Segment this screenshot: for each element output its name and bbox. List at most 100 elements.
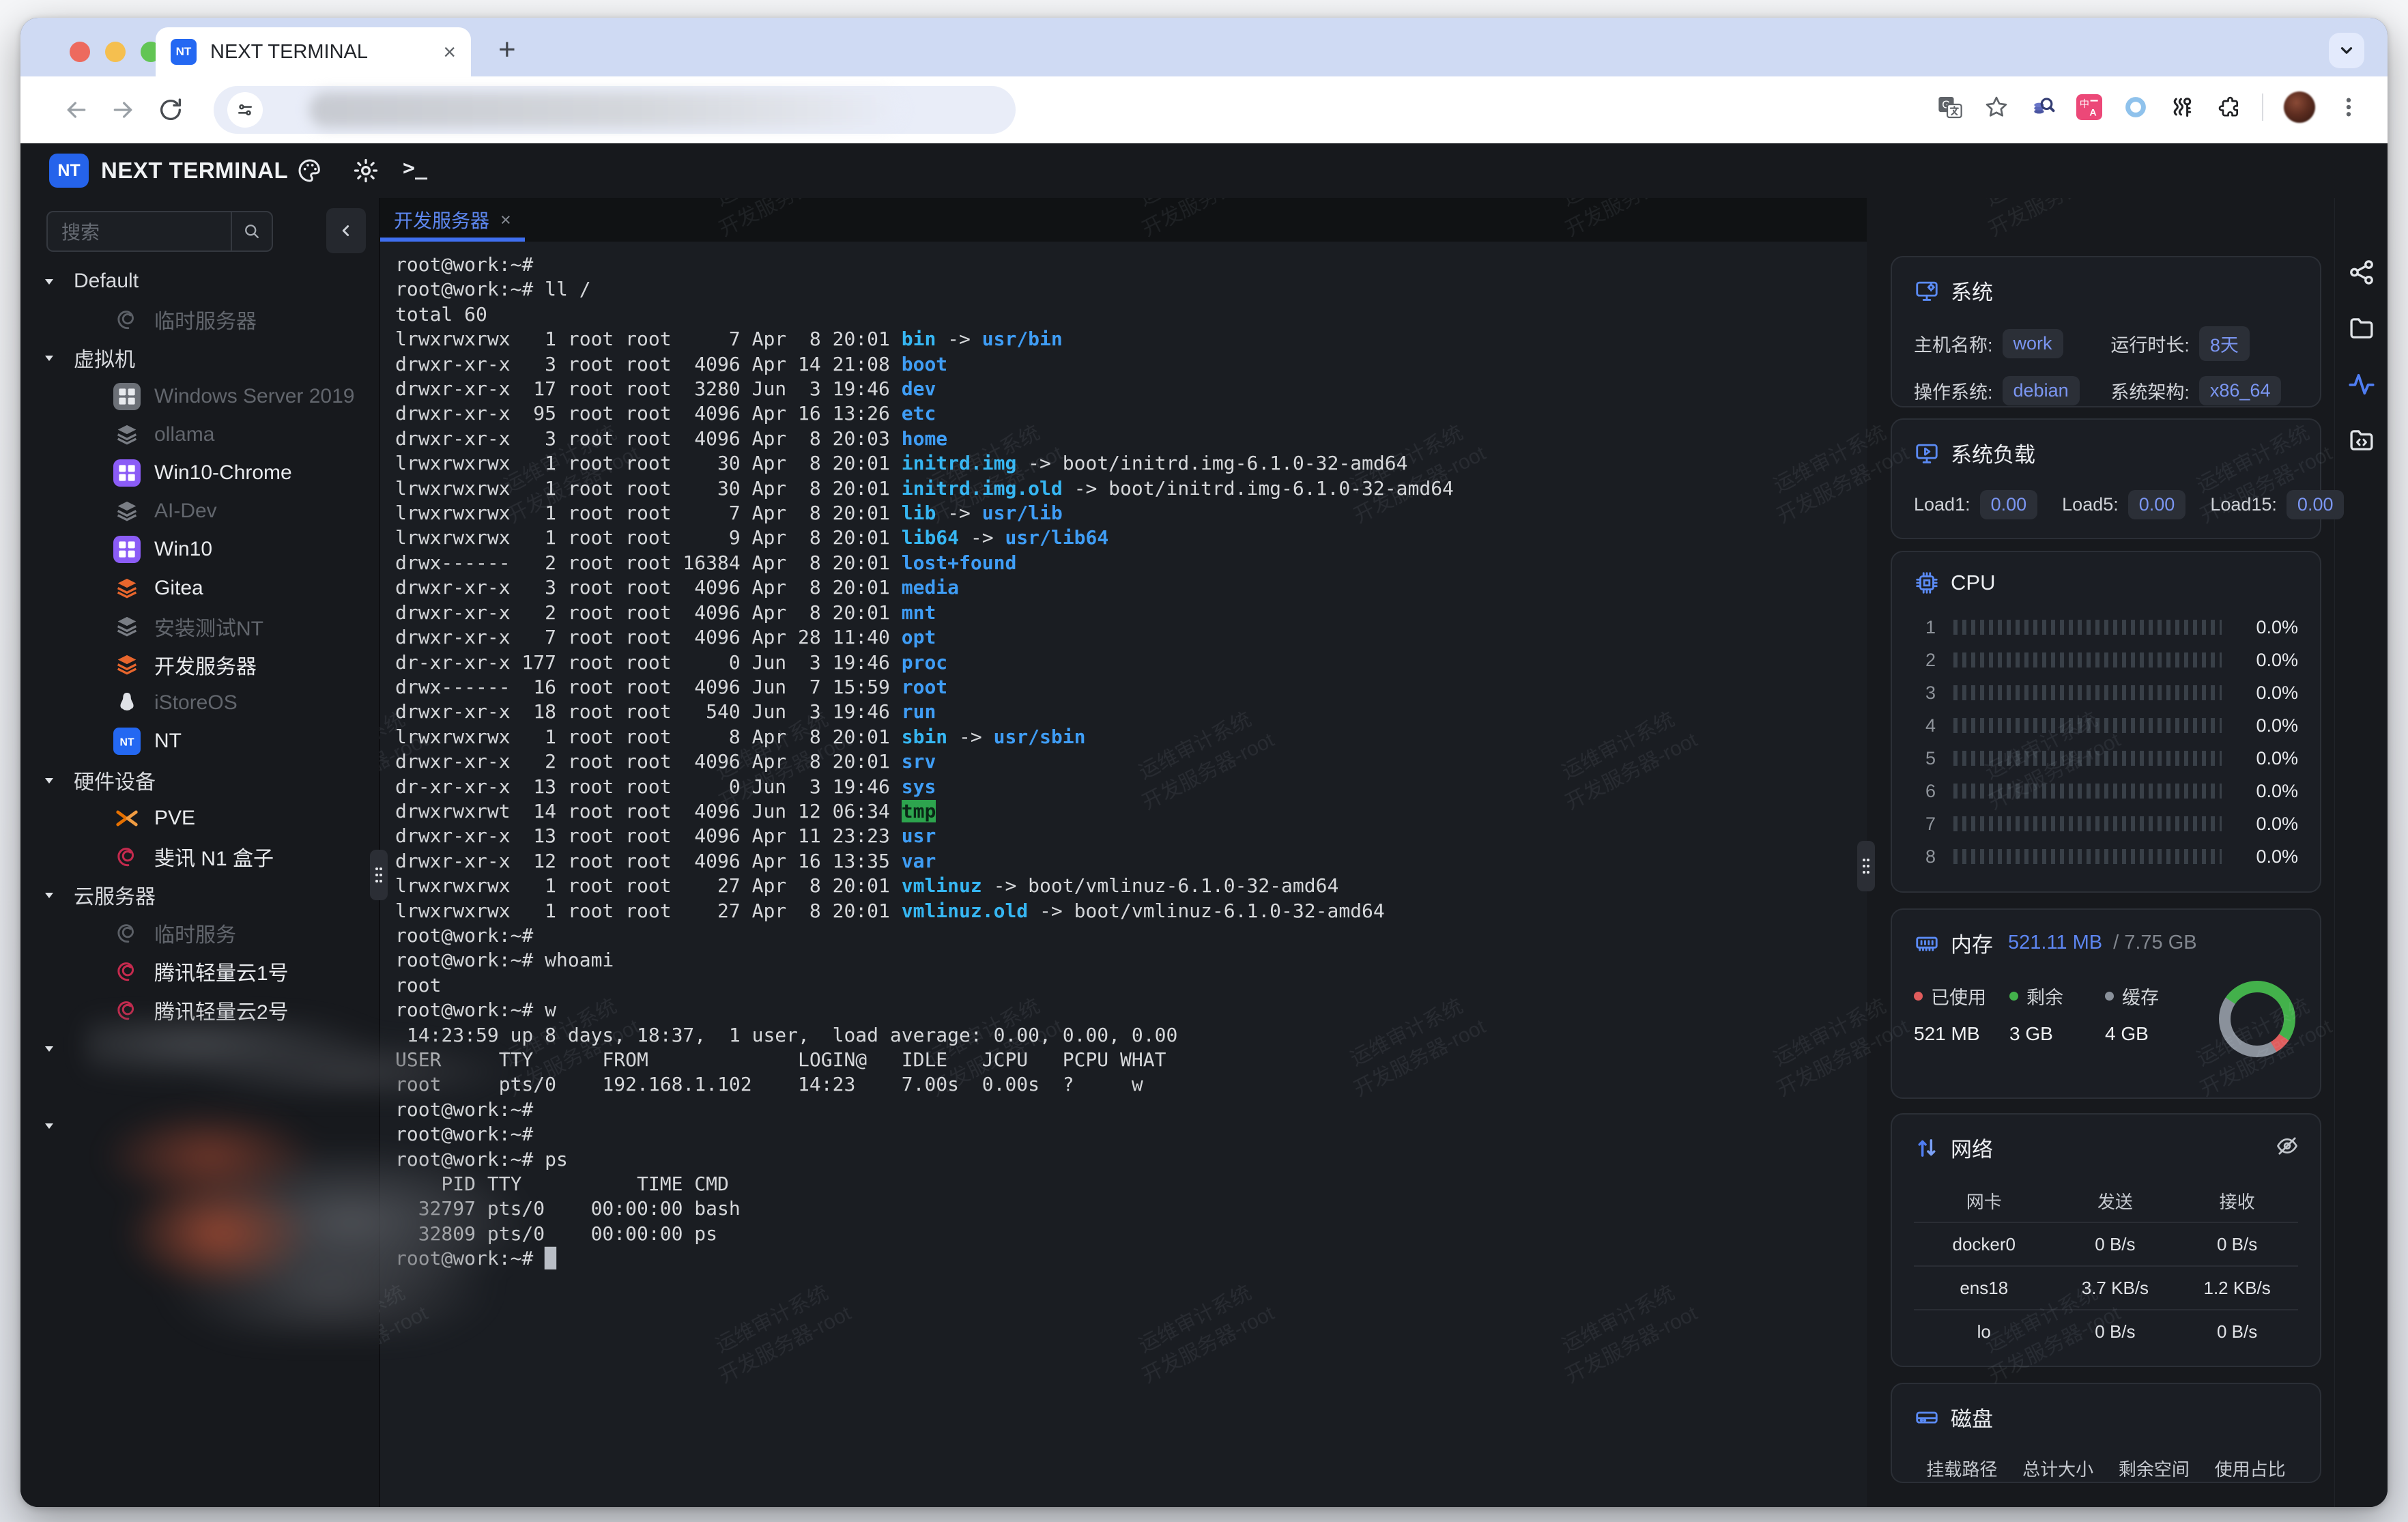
cpu-card: CPU 10.0%20.0%30.0%40.0%50.0%60.0%70.0%8… <box>1891 551 2321 893</box>
network-row: lo0 B/s0 B/s <box>1914 1309 2298 1353</box>
back-icon[interactable] <box>63 96 90 124</box>
tune-icon[interactable] <box>227 92 263 128</box>
sidebar-item[interactable]: 斐讯 N1 盒子 <box>20 837 379 876</box>
sidebar-item[interactable]: 腾讯轻量云1号 <box>20 952 379 990</box>
terminal-line: drwxr-xr-x 2 root root 4096 Apr 8 20:01 … <box>395 749 1867 774</box>
search-input[interactable]: 搜索 <box>46 211 273 252</box>
info-field: 主机名称:work <box>1914 326 2110 361</box>
cpu-core-number: 4 <box>1914 715 1936 736</box>
eye-off-icon[interactable] <box>2275 1134 2299 1158</box>
field-label: 运行时长: <box>2110 330 2190 357</box>
minimize-window-button[interactable] <box>105 42 126 62</box>
ext-price-search-icon[interactable] <box>2030 94 2056 120</box>
terminal-line: lrwxrwxrwx 1 root root 7 Apr 8 20:01 bin… <box>395 327 1867 351</box>
activity-icon <box>2347 370 2376 399</box>
cpu-core-number: 3 <box>1914 683 1936 704</box>
session-tab-label: 开发服务器 <box>394 206 489 233</box>
field-label: 主机名称: <box>1914 330 1993 357</box>
field-value: 0.00 <box>1980 490 2038 519</box>
tab-close-icon[interactable]: × <box>443 41 456 63</box>
chevron-down-icon[interactable] <box>41 1040 57 1057</box>
sidebar-item[interactable]: 临时服务 <box>20 914 379 952</box>
sidebar-collapse-button[interactable] <box>326 208 366 253</box>
ext-translate-icon[interactable]: 中A <box>2076 94 2102 120</box>
sidebar-item-label: 安装测试NT <box>154 612 263 642</box>
terminal-line: root@work:~# ps <box>395 1147 1867 1172</box>
kebab-menu-icon[interactable] <box>2336 94 2362 120</box>
search-icon[interactable] <box>231 212 272 250</box>
sidebar-item[interactable]: Windows Server 2019 <box>20 377 379 416</box>
tab-search-button[interactable] <box>2329 33 2364 68</box>
activity-icon[interactable] <box>2347 370 2376 399</box>
profile-avatar[interactable] <box>2284 91 2315 123</box>
chevron-down-icon <box>2338 42 2355 59</box>
terminal-output[interactable]: root@work:~#root@work:~# ll /total 60lrw… <box>380 242 1867 1507</box>
sidebar-item[interactable]: Win10 <box>20 530 379 569</box>
close-window-button[interactable] <box>70 42 90 62</box>
disk-column-header: 剩余空间 <box>2106 1456 2203 1481</box>
memory-legend-name: 剩余 <box>2009 983 2105 1009</box>
extensions-puzzle-icon[interactable] <box>2216 94 2241 120</box>
field-label: Load1: <box>1914 494 1970 515</box>
svg-text:A: A <box>2089 108 2096 119</box>
reload-icon[interactable] <box>157 96 184 124</box>
sidebar-item[interactable]: ollama <box>20 416 379 454</box>
ext-ring-icon[interactable] <box>2123 94 2149 120</box>
address-bar[interactable] <box>214 86 1016 134</box>
google-translate-icon[interactable]: G <box>1937 94 1963 120</box>
chevron-down-icon[interactable] <box>41 1117 57 1134</box>
cpu-usage-value: 0.0% <box>2239 683 2298 704</box>
sidebar-item[interactable]: Win10-Chrome <box>20 454 379 492</box>
sidebar-item[interactable]: 开发服务器 <box>20 646 379 684</box>
sidebar-item[interactable]: NTNT <box>20 722 379 760</box>
sidebar-item[interactable]: 临时服务器 <box>20 300 379 339</box>
new-tab-button[interactable]: + <box>498 33 516 67</box>
code-folder-icon[interactable] <box>2347 426 2376 455</box>
card-title: 内存 <box>1951 928 1993 958</box>
ext-keys-icon[interactable] <box>2169 94 2195 120</box>
sidebar-item[interactable]: iStoreOS <box>20 684 379 722</box>
terminal-icon[interactable]: >_ <box>403 156 427 180</box>
system-fields: 主机名称:work运行时长:8天操作系统:debian系统架构:x86_64 <box>1914 326 2298 405</box>
memory-total-value: / 7.75 GB <box>2113 932 2197 954</box>
chevron-down-icon <box>41 349 57 366</box>
field-value: 8天 <box>2199 326 2250 361</box>
terminal-line: drwxr-xr-x 2 root root 4096 Apr 8 20:01 … <box>395 601 1867 625</box>
card-title: 系统 <box>1951 275 1993 306</box>
right-toolbar-rail <box>2334 198 2388 1507</box>
sidebar-item[interactable]: 安装测试NT <box>20 607 379 646</box>
terminal-line: lrwxrwxrwx 1 root root 27 Apr 8 20:01 vm… <box>395 874 1867 898</box>
session-tab[interactable]: 开发服务器 × <box>380 198 525 242</box>
cpu-usage-bar <box>1953 685 2222 700</box>
sidebar-resize-handle[interactable] <box>370 850 388 900</box>
share-icon <box>2347 258 2376 287</box>
terminal-line: root@work:~# <box>395 253 1867 277</box>
gear-icon[interactable] <box>352 157 379 184</box>
sidebar-item[interactable]: AI-Dev <box>20 492 379 530</box>
sidebar-category[interactable]: 云服务器 <box>20 876 379 914</box>
session-tab-close-icon[interactable]: × <box>500 210 511 231</box>
sidebar-category[interactable]: 虚拟机 <box>20 339 379 377</box>
windows-gray-icon <box>113 383 141 410</box>
traffic-lights <box>70 42 161 62</box>
field-label: 操作系统: <box>1914 377 1993 404</box>
memory-legend-value: 3 GB <box>2009 1023 2105 1045</box>
panel-resize-handle[interactable] <box>1857 841 1875 891</box>
sidebar-item[interactable]: PVE <box>20 799 379 837</box>
info-field: Load5:0.00 <box>2062 490 2185 519</box>
share-icon[interactable] <box>2347 258 2376 287</box>
svg-text:NT: NT <box>119 737 134 749</box>
memory-legend-name: 已使用 <box>1914 983 2009 1009</box>
network-cell: 1.2 KB/s <box>2176 1278 2298 1299</box>
bookmark-star-icon[interactable] <box>1983 94 2009 120</box>
palette-icon[interactable] <box>296 157 324 184</box>
forward-icon[interactable] <box>109 96 137 124</box>
sidebar-category[interactable]: Default <box>20 262 379 300</box>
sidebar-category[interactable]: 硬件设备 <box>20 760 379 799</box>
load-card: 系统负载 Load1:0.00Load5:0.00Load15:0.00 <box>1891 418 2321 539</box>
sidebar-item-label: AI-Dev <box>154 500 217 523</box>
browser-tab[interactable]: NT NEXT TERMINAL × <box>156 27 471 76</box>
terminal-pane: 开发服务器 × root@work:~#root@work:~# ll /tot… <box>379 198 1867 1507</box>
folder-icon[interactable] <box>2347 314 2376 343</box>
sidebar-item[interactable]: Gitea <box>20 569 379 607</box>
